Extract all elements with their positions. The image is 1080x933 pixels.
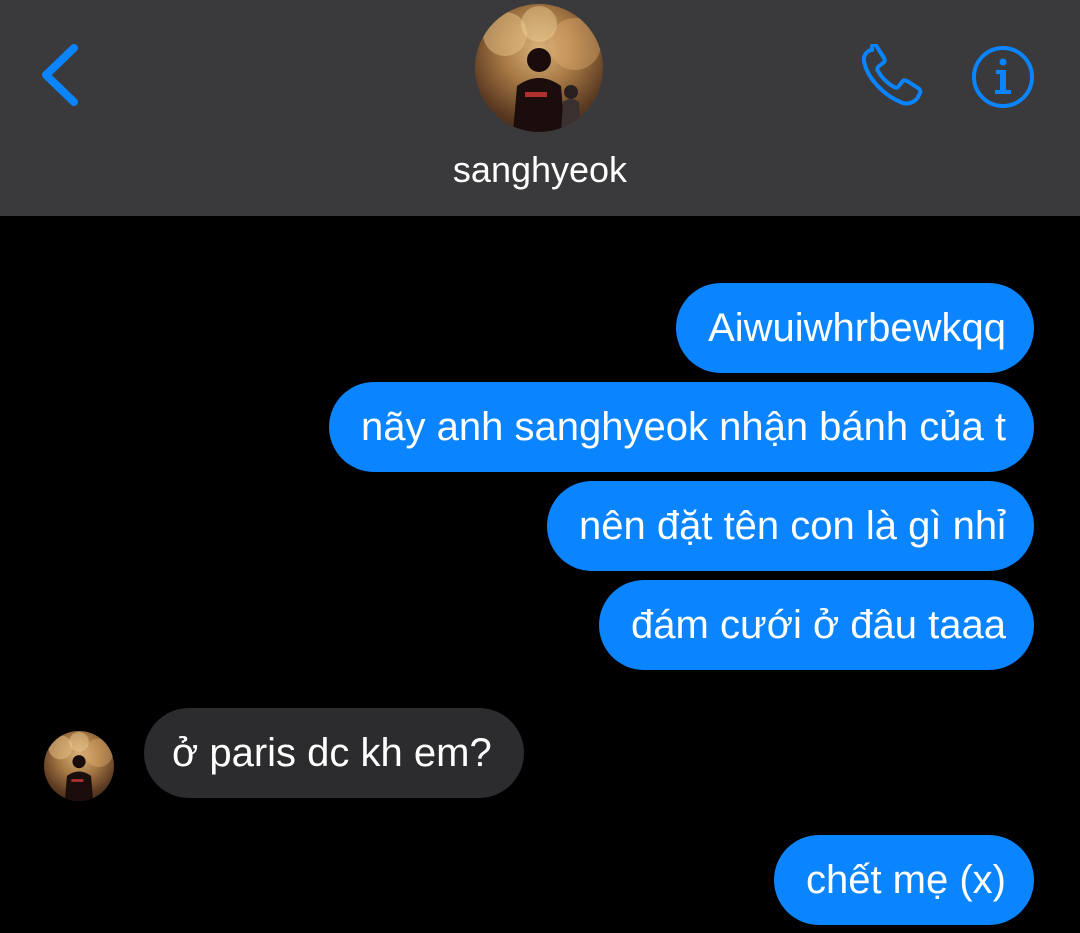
conversation-header: sanghyeok	[0, 0, 1080, 216]
message-bubble-received[interactable]: ở paris dc kh em?	[144, 708, 524, 798]
info-button[interactable]	[970, 44, 1036, 110]
message-bubble-sent[interactable]: Aiwuiwhrbewkqq	[676, 283, 1034, 373]
message-bubble-sent[interactable]: đám cưới ở đâu taaa	[599, 580, 1034, 670]
message-bubble-sent[interactable]: nãy anh sanghyeok nhận bánh của t	[329, 382, 1034, 472]
contact-message-avatar	[44, 731, 114, 801]
message-bubble-sent[interactable]: nên đặt tên con là gì nhỉ	[547, 481, 1034, 571]
info-icon	[972, 46, 1034, 108]
contact-avatar[interactable]	[475, 4, 603, 132]
avatar-photo	[48, 732, 113, 801]
avatar-photo	[483, 6, 601, 132]
phone-icon	[861, 42, 923, 106]
call-button[interactable]	[858, 42, 928, 110]
back-button[interactable]	[36, 40, 86, 110]
message-bubble-sent[interactable]: chết mẹ (x)	[773, 835, 1034, 925]
contact-name[interactable]: sanghyeok	[0, 148, 1080, 192]
chevron-left-icon	[42, 44, 78, 106]
